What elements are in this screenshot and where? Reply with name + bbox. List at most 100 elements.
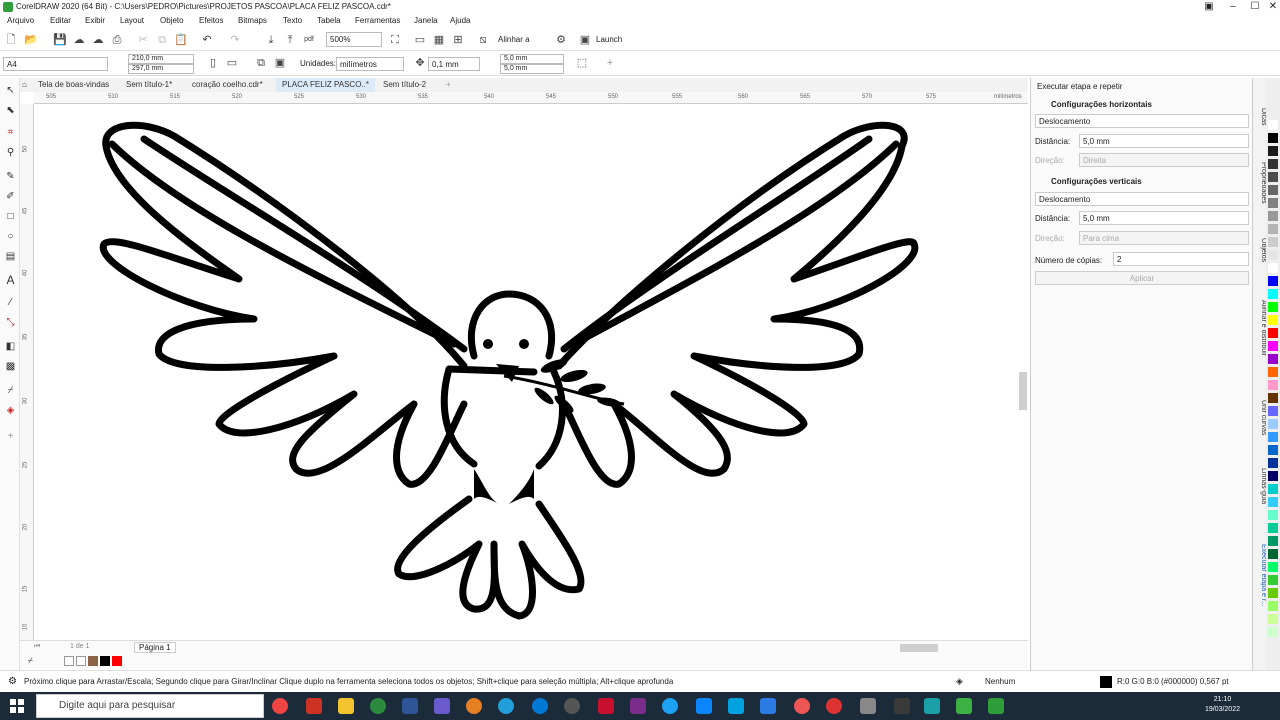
swatch-red[interactable] (112, 656, 122, 666)
palette-swatch[interactable] (1268, 224, 1278, 234)
skype-icon[interactable] (662, 698, 678, 714)
gear-icon[interactable]: ⚙ (8, 676, 17, 687)
palette-swatch[interactable] (1268, 523, 1278, 533)
align-to-dropdown[interactable]: Alinhar a (498, 35, 530, 44)
horizontal-ruler[interactable]: 505 510 515 520 525 530 535 540 545 550 … (34, 92, 1028, 104)
page-size-select[interactable]: A4 (3, 57, 108, 71)
shadow-tool-icon[interactable]: ◧ (4, 340, 17, 353)
palette-swatch[interactable] (1268, 393, 1278, 403)
tab-welcome[interactable]: Tela de boas-vindas (38, 80, 109, 89)
pick-tool-icon[interactable]: ↖ (4, 84, 17, 97)
horizontal-distance-field[interactable]: 5,0 mm (1079, 134, 1249, 148)
palette-swatch[interactable] (1268, 185, 1278, 195)
cut-icon[interactable]: ✂ (136, 33, 150, 47)
fill-tool-icon[interactable]: ◈ (4, 404, 17, 417)
app-gray-icon[interactable] (564, 698, 580, 714)
app-hs-icon[interactable] (370, 698, 386, 714)
palette-swatch[interactable] (1268, 341, 1278, 351)
rectangle-tool-icon[interactable]: □ (4, 210, 17, 223)
palette-swatch[interactable] (1268, 497, 1278, 507)
palette-swatch[interactable] (1268, 237, 1278, 247)
palette-swatch[interactable] (1268, 380, 1278, 390)
app-green-icon[interactable] (956, 698, 972, 714)
palette-swatch[interactable] (1268, 536, 1278, 546)
text-tool-icon[interactable]: A (4, 274, 17, 287)
taskbar-clock[interactable]: 21:10 19/03/2022 (1205, 695, 1240, 715)
app-red-circle-icon[interactable] (826, 698, 842, 714)
new-tab-icon[interactable]: + (446, 80, 451, 89)
palette-swatch[interactable] (1268, 562, 1278, 572)
app-dark-icon[interactable] (894, 698, 910, 714)
app-circle-icon[interactable] (794, 698, 810, 714)
duplicate-x-field[interactable]: 5,0 mm (500, 54, 564, 64)
undo-icon[interactable]: ↶ (200, 33, 214, 47)
zoom-tool-icon[interactable]: ⚲ (4, 146, 17, 159)
shape-tool-icon[interactable]: ⬉ (4, 104, 17, 117)
windows-start-icon[interactable] (10, 699, 24, 713)
all-pages-icon[interactable]: ⧉ (254, 56, 268, 70)
duplicate-y-field[interactable]: 5,0 mm (500, 64, 564, 74)
copies-field[interactable]: 2 (1113, 252, 1249, 266)
palette-swatch[interactable] (1268, 445, 1278, 455)
palette-swatch[interactable] (1268, 510, 1278, 520)
horizontal-mode-select[interactable]: Deslocamento (1035, 114, 1249, 128)
swatch-white[interactable] (76, 656, 86, 666)
portrait-icon[interactable]: ▯ (206, 56, 220, 70)
palette-swatch[interactable] (1268, 367, 1278, 377)
open-folder-icon[interactable]: 📂 (24, 33, 38, 47)
palette-swatch[interactable] (1268, 276, 1278, 286)
table-tool-icon[interactable]: ▤ (4, 250, 17, 263)
units-select[interactable]: milímetros (336, 57, 404, 71)
palette-swatch[interactable] (1268, 302, 1278, 312)
palette-swatch[interactable] (1268, 289, 1278, 299)
menu-janela[interactable]: Janela (414, 16, 438, 25)
tab-untitled-2[interactable]: Sem título-2 (383, 80, 426, 89)
palette-swatch[interactable] (1268, 354, 1278, 364)
app-lines-icon[interactable] (760, 698, 776, 714)
app-blue-icon[interactable] (402, 698, 418, 714)
ellipse-tool-icon[interactable]: ○ (4, 230, 17, 243)
swatch-none[interactable] (64, 656, 74, 666)
palette-swatch[interactable] (1268, 484, 1278, 494)
palette-swatch[interactable] (1268, 419, 1278, 429)
tab-coracao-coelho[interactable]: coração coelho.cdr* (192, 80, 263, 89)
apply-button[interactable]: Aplicar (1035, 271, 1249, 285)
vertical-scroll-thumb[interactable] (1019, 372, 1027, 410)
palette-swatch[interactable] (1268, 627, 1278, 637)
vertical-ruler[interactable]: 50 45 40 35 30 25 20 15 10 (20, 104, 34, 640)
palette-swatch[interactable] (1268, 315, 1278, 325)
palette-swatch[interactable] (1268, 133, 1278, 143)
import-icon[interactable]: ⤓ (264, 33, 278, 47)
swatch-black[interactable] (100, 656, 110, 666)
line-tool-icon[interactable]: ⁄ (4, 296, 17, 309)
menu-ferramentas[interactable]: Ferramentas (355, 16, 400, 25)
telegram-icon[interactable] (498, 698, 514, 714)
menu-editar[interactable]: Editar (50, 16, 71, 25)
launch-icon[interactable]: ▣ (578, 33, 592, 47)
palette-swatch[interactable] (1268, 159, 1278, 169)
menu-arquivo[interactable]: Arquivo (7, 16, 34, 25)
menu-objeto[interactable]: Objeto (160, 16, 184, 25)
palette-swatch[interactable] (1268, 172, 1278, 182)
page-tab[interactable]: Página 1 (134, 642, 176, 653)
connector-tool-icon[interactable]: ⤡ (4, 316, 17, 329)
vertical-distance-field[interactable]: 5,0 mm (1079, 211, 1249, 225)
app-orange-icon[interactable] (466, 698, 482, 714)
chrome-icon[interactable] (272, 698, 288, 714)
menu-tabela[interactable]: Tabela (317, 16, 341, 25)
dove-drawing[interactable] (34, 104, 1020, 640)
tab-alinhar[interactable]: Alinhar e distribuir (1253, 300, 1267, 356)
palette-swatch[interactable] (1268, 146, 1278, 156)
drawing-canvas[interactable] (34, 104, 1020, 640)
nudge-distance-field[interactable]: 0,1 mm (428, 57, 480, 71)
palette-swatch[interactable] (1268, 120, 1278, 130)
crop-tool-icon[interactable]: ⌗ (4, 126, 17, 139)
vertical-scrollbar[interactable] (1018, 104, 1028, 640)
tab-propriedades[interactable]: Propriedades (1253, 162, 1267, 204)
tab-untitled-1[interactable]: Sem título-1* (126, 80, 172, 89)
acrobat-icon[interactable] (306, 698, 322, 714)
menu-bitmaps[interactable]: Bitmaps (238, 16, 267, 25)
menu-layout[interactable]: Layout (120, 16, 144, 25)
palette-swatch[interactable] (1268, 263, 1278, 273)
palette-swatch[interactable] (1268, 250, 1278, 260)
